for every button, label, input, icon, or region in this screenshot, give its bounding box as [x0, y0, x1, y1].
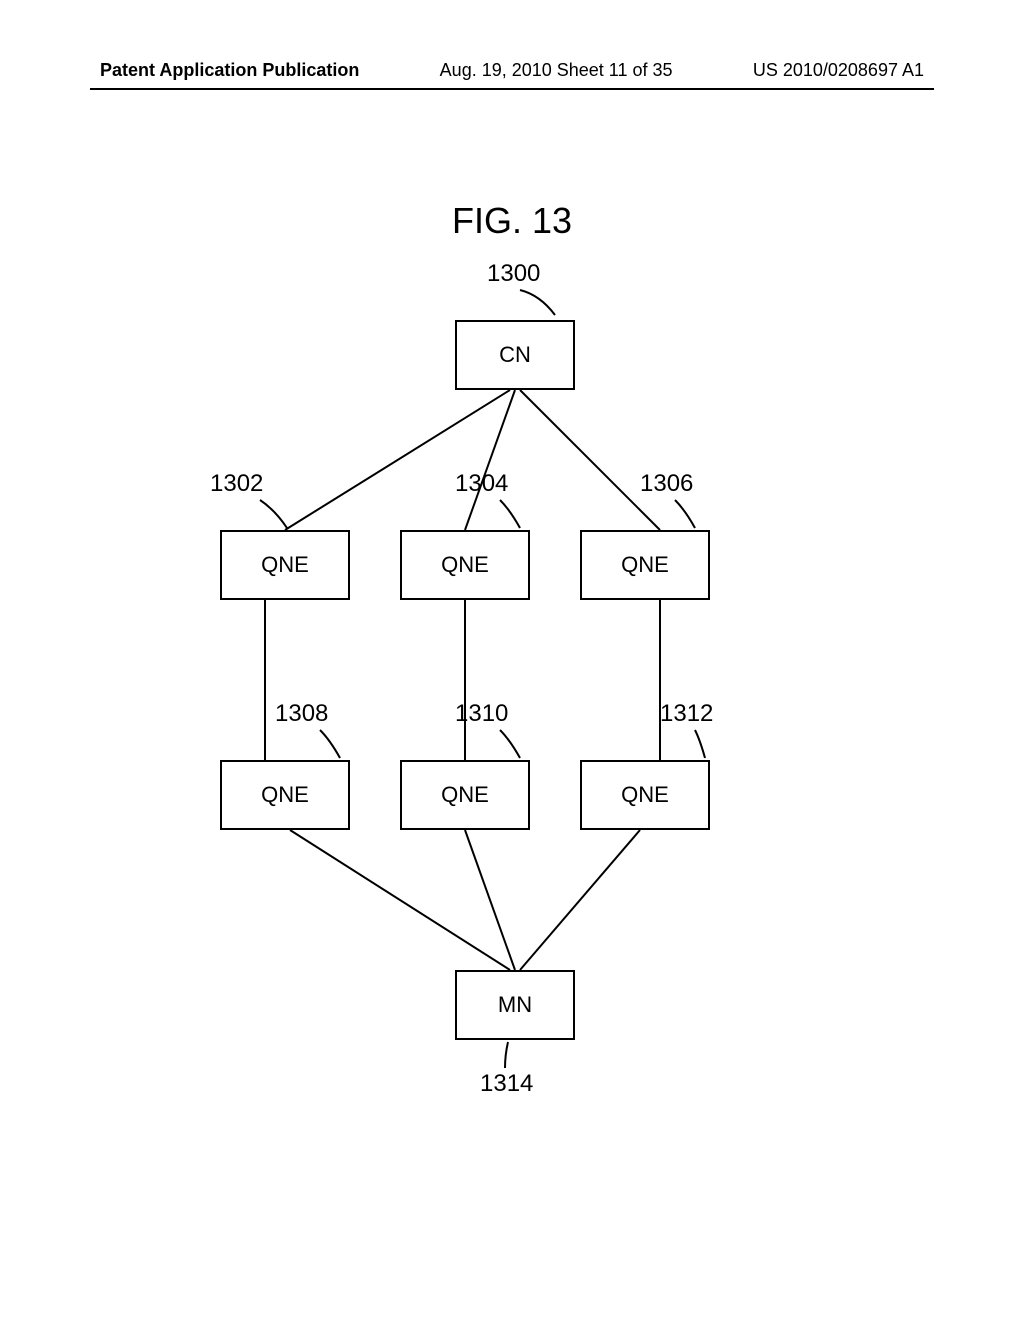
diagram-connector-lines	[0, 270, 1024, 1070]
header-date-sheet: Aug. 19, 2010 Sheet 11 of 35	[440, 60, 673, 81]
node-cn-label: CN	[499, 342, 531, 368]
node-qne-1306-label: QNE	[621, 552, 669, 578]
diagram-container: 1300 1302 1304 1306 1308 1310 1312 1314 …	[0, 270, 1024, 1070]
reference-number-cn: 1300	[487, 260, 540, 288]
reference-number-qne5: 1310	[455, 700, 508, 728]
page-header: Patent Application Publication Aug. 19, …	[0, 60, 1024, 81]
node-qne-1310-label: QNE	[441, 782, 489, 808]
node-qne-1312-label: QNE	[621, 782, 669, 808]
node-qne-1306: QNE	[580, 530, 710, 600]
node-qne-1308: QNE	[220, 760, 350, 830]
node-qne-1302: QNE	[220, 530, 350, 600]
header-publication-number: US 2010/0208697 A1	[753, 60, 924, 81]
header-divider	[90, 88, 934, 90]
header-publication-type: Patent Application Publication	[100, 60, 359, 81]
reference-number-qne4: 1308	[275, 700, 328, 728]
node-qne-1312: QNE	[580, 760, 710, 830]
reference-number-qne2: 1304	[455, 470, 508, 498]
reference-number-qne3: 1306	[640, 470, 693, 498]
reference-number-qne6: 1312	[660, 700, 713, 728]
node-qne-1304-label: QNE	[441, 552, 489, 578]
node-qne-1302-label: QNE	[261, 552, 309, 578]
node-cn: CN	[455, 320, 575, 390]
reference-number-mn: 1314	[480, 1070, 533, 1098]
node-qne-1308-label: QNE	[261, 782, 309, 808]
node-qne-1310: QNE	[400, 760, 530, 830]
node-qne-1304: QNE	[400, 530, 530, 600]
node-mn: MN	[455, 970, 575, 1040]
reference-number-qne1: 1302	[210, 470, 263, 498]
figure-title: FIG. 13	[0, 200, 1024, 242]
node-mn-label: MN	[498, 992, 532, 1018]
